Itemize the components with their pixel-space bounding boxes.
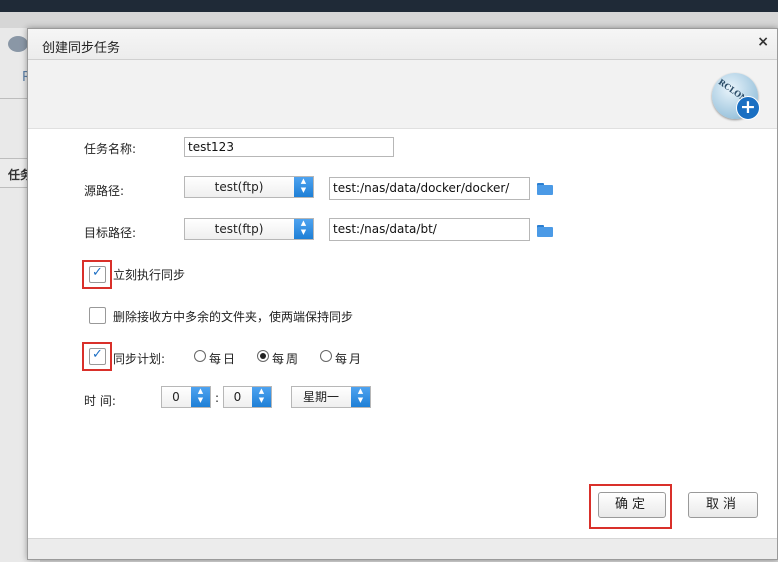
delete-extra-checkbox[interactable] xyxy=(89,307,106,324)
schedule-checkbox[interactable]: ✓ xyxy=(89,347,106,365)
close-icon[interactable]: × xyxy=(757,34,769,50)
spinner-arrows-icon[interactable]: ▲ ▼ xyxy=(294,219,313,239)
checkmark-icon: ✓ xyxy=(92,265,103,280)
spinner-arrows-icon[interactable]: ▲ ▼ xyxy=(252,387,271,407)
run-now-label: 立刻执行同步 xyxy=(113,268,186,282)
schedule-label: 同步计划: xyxy=(113,352,166,366)
target-folder-icon[interactable] xyxy=(537,224,553,237)
dialog-title: 创建同步任务 xyxy=(42,41,121,56)
minute-spinner[interactable]: 0 ▲ ▼ xyxy=(223,386,272,408)
target-remote-select[interactable]: test(ftp) ▲ ▼ xyxy=(184,218,314,240)
target-path-label: 目标路径: xyxy=(84,226,137,240)
dialog-titlebar: 创建同步任务 × xyxy=(28,29,777,60)
app-icon xyxy=(8,36,28,52)
checkmark-icon: ✓ xyxy=(92,347,103,362)
rclone-logo: RCLONE + xyxy=(712,73,760,120)
spinner-arrows-icon[interactable]: ▲ ▼ xyxy=(191,387,210,407)
hour-spinner[interactable]: 0 ▲ ▼ xyxy=(161,386,211,408)
schedule-option-weekly: 每周 xyxy=(272,352,301,366)
time-label: 时 间: xyxy=(84,394,116,408)
source-folder-icon[interactable] xyxy=(537,182,553,195)
target-path-input[interactable]: test:/nas/data/bt/ xyxy=(329,218,530,241)
task-name-label: 任务名称: xyxy=(84,142,137,156)
source-path-input[interactable]: test:/nas/data/docker/docker/ xyxy=(329,177,530,200)
source-path-label: 源路径: xyxy=(84,184,125,198)
schedule-radio-weekly[interactable] xyxy=(257,350,269,362)
minute-value: 0 xyxy=(233,390,242,404)
target-remote-value: test(ftp) xyxy=(214,222,264,236)
spinner-arrows-icon[interactable]: ▲ ▼ xyxy=(351,387,370,407)
hour-value: 0 xyxy=(172,390,180,404)
dialog-header: RCLONE + xyxy=(28,60,777,129)
spinner-arrows-icon[interactable]: ▲ ▼ xyxy=(294,177,313,197)
plus-icon: + xyxy=(736,96,760,120)
weekday-select[interactable]: 星期一 ▲ ▼ xyxy=(291,386,371,408)
ok-button[interactable]: 确定 xyxy=(598,492,666,518)
source-remote-value: test(ftp) xyxy=(214,180,264,194)
time-separator: : xyxy=(215,391,220,405)
run-now-checkbox[interactable]: ✓ xyxy=(89,265,106,283)
top-bar xyxy=(0,0,778,12)
schedule-radio-monthly[interactable] xyxy=(320,350,332,362)
weekday-value: 星期一 xyxy=(302,390,339,404)
delete-extra-label: 删除接收方中多余的文件夹，使两端保持同步 xyxy=(113,310,354,324)
schedule-option-monthly: 每月 xyxy=(335,352,364,366)
task-name-input[interactable]: test123 xyxy=(184,137,394,157)
dialog-footer xyxy=(28,538,777,559)
schedule-radio-daily[interactable] xyxy=(194,350,206,362)
source-remote-select[interactable]: test(ftp) ▲ ▼ xyxy=(184,176,314,198)
cancel-button[interactable]: 取消 xyxy=(688,492,758,518)
create-sync-task-dialog: 创建同步任务 × RCLONE + 任务名称: test123 源路径: tes… xyxy=(27,28,778,560)
schedule-option-daily: 每日 xyxy=(209,352,238,366)
